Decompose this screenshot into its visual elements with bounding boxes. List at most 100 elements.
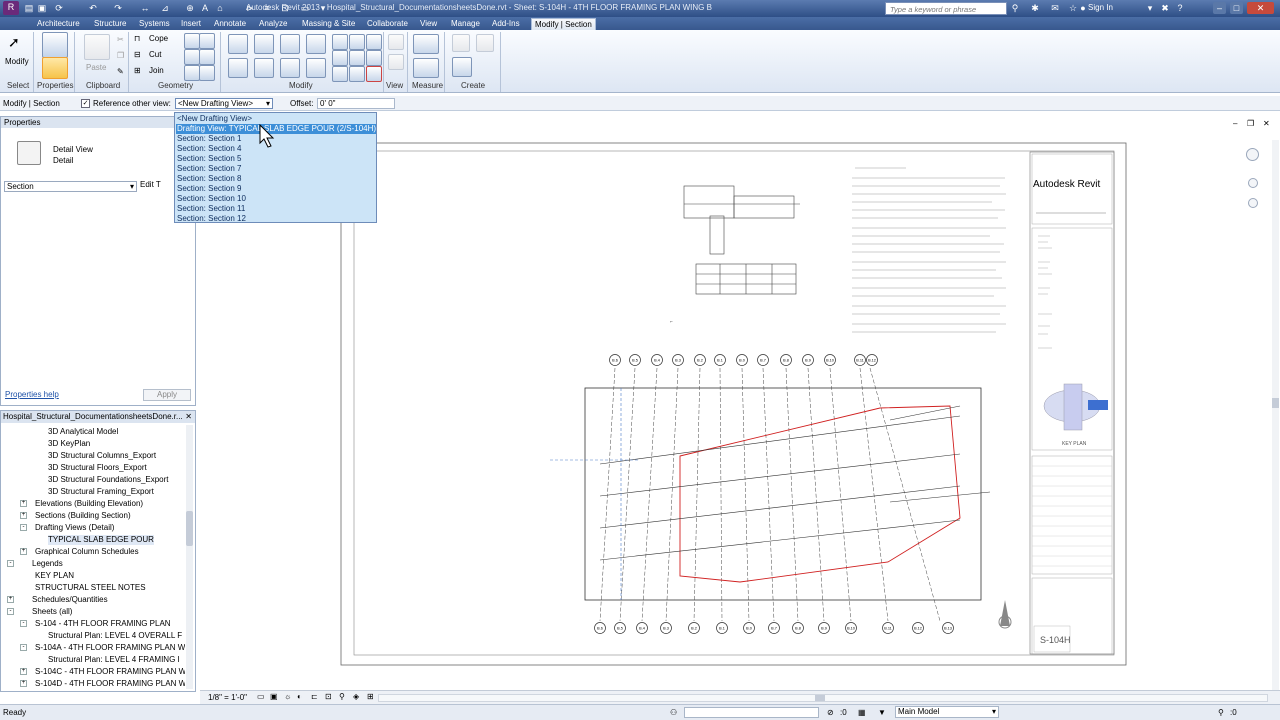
dimension-icon[interactable]: ⊿	[160, 3, 170, 13]
zoom-icon[interactable]	[1248, 178, 1258, 188]
reference-view-option[interactable]: Section: Section 5	[176, 154, 376, 164]
tab-view[interactable]: View	[417, 18, 440, 30]
minimize-button[interactable]: –	[1213, 2, 1226, 14]
browser-item[interactable]: Schedules/Quantities	[32, 595, 108, 605]
tab-structure[interactable]: Structure	[91, 18, 129, 30]
type-properties-icon[interactable]	[42, 32, 68, 58]
align-icon[interactable]	[228, 34, 248, 54]
trim-multiple-icon[interactable]	[349, 66, 365, 82]
join-label[interactable]: Join	[149, 66, 164, 75]
tab-modify-section[interactable]: Modify | Section	[531, 18, 596, 30]
delete-icon[interactable]	[366, 66, 382, 82]
remove-paint-icon[interactable]	[199, 65, 215, 81]
properties-icon[interactable]	[42, 57, 68, 79]
copy-element-icon[interactable]	[254, 58, 274, 78]
analytical-model-icon[interactable]: ⊞	[367, 692, 374, 701]
type-selector[interactable]: Detail View Detail	[3, 131, 193, 175]
unpin-icon[interactable]	[349, 50, 365, 66]
view-restore-icon[interactable]: ❐	[1247, 119, 1254, 128]
selection-filter-icon[interactable]: ▼	[878, 708, 886, 717]
hide-element-icon[interactable]	[388, 34, 404, 50]
tab-manage[interactable]: Manage	[448, 18, 483, 30]
browser-scrollbar[interactable]	[186, 425, 193, 689]
expand-icon[interactable]: +	[20, 500, 27, 507]
match-properties-icon[interactable]: ✎	[117, 67, 124, 76]
expand-icon[interactable]: +	[7, 596, 14, 603]
crop-view-icon[interactable]: ⊏	[311, 692, 318, 701]
exchange-icon[interactable]: ✖	[1160, 3, 1170, 13]
mirror-pick-icon[interactable]	[280, 34, 300, 54]
browser-item[interactable]: 3D Analytical Model	[48, 427, 118, 437]
design-options-icon[interactable]: ▦	[858, 708, 866, 717]
mirror-draw-icon[interactable]	[306, 34, 326, 54]
reference-view-option[interactable]: Section: Section 11	[176, 204, 376, 214]
reference-checkbox[interactable]: ✓	[81, 99, 90, 108]
browser-item[interactable]: 3D Structural Foundations_Export	[48, 475, 169, 485]
view-minimize-icon[interactable]: –	[1233, 119, 1237, 128]
horizontal-scrollbar[interactable]	[378, 694, 1268, 702]
text-icon[interactable]: A	[200, 3, 210, 13]
modify-cursor-icon[interactable]: ➚	[8, 34, 26, 52]
tab-insert[interactable]: Insert	[178, 18, 204, 30]
offset-icon[interactable]	[254, 34, 274, 54]
wall-joins-icon[interactable]	[184, 49, 200, 65]
signin-dropdown-icon[interactable]: ▾	[1145, 3, 1155, 13]
reference-view-option[interactable]: Section: Section 12	[176, 214, 376, 224]
sign-in-link[interactable]: Sign In	[1088, 3, 1113, 12]
demolish-icon[interactable]	[199, 49, 215, 65]
design-option-dropdown[interactable]: Main Model ▾	[895, 706, 999, 718]
trim-icon[interactable]	[306, 58, 326, 78]
expand-icon[interactable]: +	[20, 548, 27, 555]
expand-icon[interactable]: +	[20, 680, 27, 687]
browser-item[interactable]: S-104D - 4TH FLOOR FRAMING PLAN WII	[35, 679, 185, 689]
offset-input[interactable]: 0' 0"	[317, 98, 395, 109]
redo-icon[interactable]: ↷	[113, 3, 123, 13]
reference-view-dropdown[interactable]: <New Drafting View> ▾	[175, 98, 273, 109]
vertical-scroll-thumb[interactable]	[1272, 398, 1279, 408]
reference-view-option[interactable]: Section: Section 4	[176, 144, 376, 154]
reference-view-option[interactable]: Section: Section 10	[176, 194, 376, 204]
tab-systems[interactable]: Systems	[136, 18, 173, 30]
tab-collaborate[interactable]: Collaborate	[364, 18, 411, 30]
browser-item[interactable]: TYPICAL SLAB EDGE POUR	[48, 535, 154, 545]
expand-icon[interactable]: +	[20, 512, 27, 519]
sun-path-icon[interactable]: ☼	[284, 692, 291, 701]
browser-item[interactable]: 3D Structural Framing_Export	[48, 487, 154, 497]
browser-item[interactable]: Sheets (all)	[32, 607, 72, 617]
collapse-icon[interactable]: -	[20, 620, 27, 627]
reference-view-option[interactable]: Section: Section 7	[176, 164, 376, 174]
cut-geometry-icon[interactable]: ⊟	[134, 50, 141, 59]
visual-style-icon[interactable]: ▣	[270, 692, 278, 701]
browser-item[interactable]: KEY PLAN	[35, 571, 74, 581]
favorites-icon[interactable]: ☆	[1068, 3, 1078, 13]
browser-item[interactable]: Elevations (Building Elevation)	[35, 499, 143, 509]
rotate-icon[interactable]	[280, 58, 300, 78]
scale-icon[interactable]	[332, 50, 348, 66]
vertical-scrollbar[interactable]	[1272, 140, 1279, 690]
app-menu-icon[interactable]: R	[3, 1, 19, 15]
properties-help-link[interactable]: Properties help	[5, 390, 59, 399]
measure-icon[interactable]: ↔	[140, 3, 150, 13]
reveal-hidden-icon[interactable]: ◈	[353, 692, 359, 701]
browser-item[interactable]: Structural Plan: LEVEL 4 FRAMING I	[48, 655, 180, 665]
collapse-icon[interactable]: -	[20, 644, 27, 651]
apply-button[interactable]: Apply	[143, 389, 191, 401]
browser-item[interactable]: Graphical Column Schedules	[35, 547, 139, 557]
split-gap-icon[interactable]	[349, 34, 365, 50]
reference-view-option[interactable]: Section: Section 1	[176, 134, 376, 144]
open-icon[interactable]: ▤	[24, 3, 34, 13]
pin-icon[interactable]	[366, 50, 382, 66]
zoom-dropdown-icon[interactable]	[1248, 198, 1258, 208]
shadows-icon[interactable]: ◐	[297, 692, 302, 701]
tab-add-ins[interactable]: Add-Ins	[489, 18, 523, 30]
browser-item[interactable]: Sections (Building Section)	[35, 511, 131, 521]
move-icon[interactable]	[228, 58, 248, 78]
browser-item[interactable]: S-104C - 4TH FLOOR FRAMING PLAN WII	[35, 667, 185, 677]
hide-isolate-icon[interactable]: ⚲	[339, 692, 345, 701]
tab-annotate[interactable]: Annotate	[211, 18, 249, 30]
browser-item[interactable]: S-104 - 4TH FLOOR FRAMING PLAN	[35, 619, 171, 629]
tab-massing-site[interactable]: Massing & Site	[299, 18, 358, 30]
browser-close-icon[interactable]: ✕	[185, 412, 192, 421]
user-icon[interactable]: ●	[1078, 3, 1088, 13]
cut-label[interactable]: Cut	[149, 50, 161, 59]
